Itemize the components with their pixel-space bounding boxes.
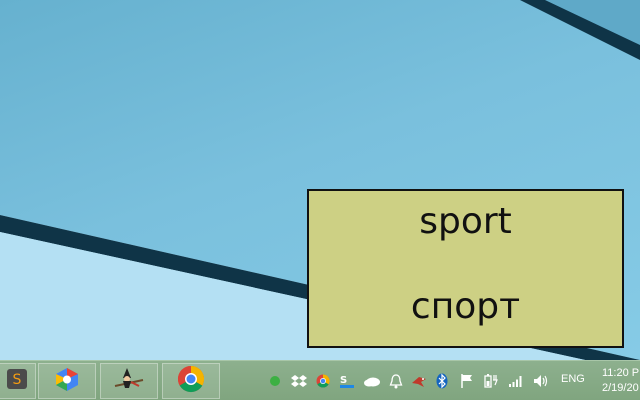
clock-time: 11:20 P	[602, 367, 640, 379]
taskbar-app-google-cloud[interactable]	[38, 363, 96, 399]
green-dot-icon[interactable]	[268, 371, 282, 391]
skype-icon[interactable]: S	[338, 371, 356, 391]
taskbar-app-chrome[interactable]	[162, 363, 220, 399]
chrome-icon	[177, 365, 205, 397]
notification-bell-icon[interactable]	[388, 371, 404, 391]
russian-word: спорт	[410, 286, 521, 327]
clock[interactable]: 11:20 P 2/19/20	[602, 366, 639, 396]
battery-icon[interactable]	[482, 371, 500, 391]
translation-popup: sport спорт	[307, 189, 624, 348]
google-cloud-icon	[53, 366, 81, 396]
svg-text:S: S	[13, 372, 22, 388]
taskbar-app-sublime[interactable]: S	[0, 363, 36, 399]
svg-text:S: S	[340, 375, 347, 386]
flag-icon[interactable]	[459, 371, 475, 391]
english-word: sport	[419, 201, 512, 242]
chrome-tray-icon[interactable]	[315, 371, 331, 391]
bird-icon[interactable]	[410, 371, 428, 391]
signal-icon[interactable]	[507, 371, 525, 391]
bluetooth-icon[interactable]	[435, 371, 449, 391]
taskbar-app-witch[interactable]	[100, 363, 158, 399]
language-indicator[interactable]: ENG	[561, 373, 585, 385]
onedrive-icon[interactable]	[363, 371, 381, 391]
clock-date: 2/19/20	[602, 382, 639, 394]
witch-app-icon	[113, 366, 145, 396]
taskbar: S S ENG 11:20 P 2/19/20	[0, 360, 640, 400]
sublime-text-icon: S	[5, 367, 29, 395]
volume-icon[interactable]	[532, 371, 550, 391]
dropbox-icon[interactable]	[291, 371, 307, 391]
